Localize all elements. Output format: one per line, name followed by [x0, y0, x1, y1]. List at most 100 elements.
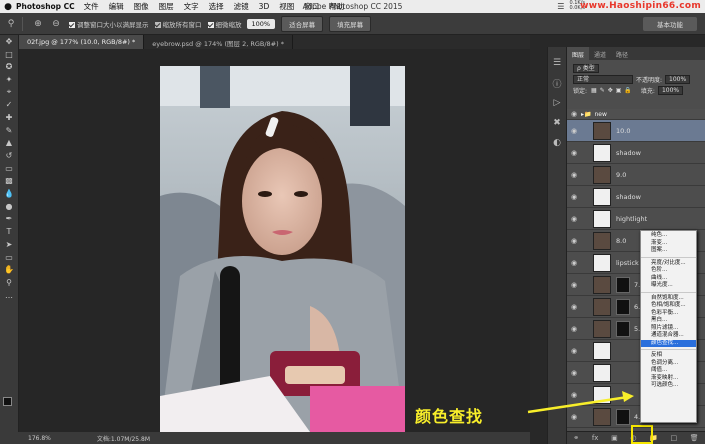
menu-item[interactable]: 纯色... — [641, 232, 696, 240]
menu-3d[interactable]: 3D — [259, 2, 270, 11]
menu-item[interactable]: 通道混合器... — [641, 332, 696, 340]
opacity-field[interactable]: 100% — [665, 75, 691, 84]
type-tool-icon[interactable]: T — [0, 225, 18, 238]
menu-item[interactable]: 色调分离... — [641, 360, 696, 368]
eye-icon[interactable]: ◉ — [567, 127, 581, 135]
menu-item[interactable]: 曲线... — [641, 275, 696, 283]
tab-paths[interactable]: 路径 — [611, 47, 633, 60]
menu-item[interactable]: 色相/饱和度... — [641, 302, 696, 310]
trash-icon[interactable]: 🗑 — [690, 434, 699, 442]
move-tool-icon[interactable]: ✥ — [0, 35, 18, 48]
eye-icon[interactable]: ◉ — [567, 110, 581, 118]
fit-screen-button[interactable]: 适合屏幕 — [281, 15, 324, 32]
brush-tool-icon[interactable]: ✎ — [0, 124, 18, 137]
menu-edit[interactable]: 编辑 — [109, 1, 124, 12]
fill-field[interactable]: 100% — [657, 86, 684, 95]
eye-icon[interactable]: ◉ — [567, 303, 581, 311]
zoom-all-windows-checkbox[interactable]: 缩放所有窗口 — [154, 19, 202, 29]
scrubby-zoom-checkbox[interactable]: 细微缩放 — [207, 19, 242, 29]
zoom-tool-icon[interactable]: ⚲ — [4, 17, 18, 31]
menu-item[interactable]: 色阶... — [641, 267, 696, 275]
menu-layer[interactable]: 图层 — [159, 1, 174, 12]
foreground-color[interactable] — [3, 397, 12, 406]
hand-tool-icon[interactable]: ✋ — [0, 263, 18, 276]
path-select-tool-icon[interactable]: ➤ — [0, 238, 18, 251]
pen-tool-icon[interactable]: ✒ — [0, 213, 18, 226]
menu-item[interactable]: 黑白... — [641, 317, 696, 325]
menu-image[interactable]: 图像 — [134, 1, 149, 12]
menu-view[interactable]: 视图 — [279, 1, 294, 12]
layer-row[interactable]: ◉ 10.0 — [567, 120, 705, 142]
zoom-tool-sidebar-icon[interactable]: ⚲ — [0, 276, 18, 289]
eraser-tool-icon[interactable]: ▭ — [0, 162, 18, 175]
menu-item[interactable]: 自然饱和度... — [641, 295, 696, 303]
tab-02f[interactable]: 02f.jpg @ 177% (10.0, RGB/8#) * — [19, 35, 145, 49]
workspace-select[interactable]: 基本功能 — [643, 17, 697, 31]
layer-row[interactable]: ◉ 9.0 — [567, 164, 705, 186]
eye-icon[interactable]: ◉ — [567, 369, 581, 377]
menu-type[interactable]: 文字 — [184, 1, 199, 12]
layer-mask-thumbnail[interactable] — [616, 276, 630, 293]
document-photo[interactable] — [160, 66, 405, 432]
eye-icon[interactable]: ◉ — [567, 215, 581, 223]
menu-select[interactable]: 选择 — [209, 1, 224, 12]
quick-select-tool-icon[interactable]: ✦ — [0, 73, 18, 86]
tab-channels[interactable]: 通道 — [589, 47, 611, 60]
menu-item[interactable]: 曝光度... — [641, 282, 696, 290]
layer-mask-thumbnail[interactable] — [616, 298, 630, 315]
eye-icon[interactable]: ◉ — [567, 237, 581, 245]
fx-icon[interactable]: fx — [592, 434, 599, 442]
new-layer-icon[interactable]: □ — [670, 434, 677, 442]
zoom-percent-field[interactable]: 100% — [246, 18, 276, 29]
link-icon[interactable]: ⚭ — [573, 434, 579, 442]
eye-icon[interactable]: ◉ — [567, 259, 581, 267]
shape-tool-icon[interactable]: ▭ — [0, 251, 18, 264]
menu-item[interactable]: 色彩平衡... — [641, 310, 696, 318]
menu-item[interactable]: 颜色查找... — [641, 339, 696, 347]
layer-row[interactable]: ◉ shadow — [567, 142, 705, 164]
resize-windows-checkbox[interactable]: 调整窗口大小以满屏显示 — [69, 19, 149, 29]
apple-icon[interactable]: ● — [0, 2, 16, 12]
menu-file[interactable]: 文件 — [84, 1, 99, 12]
menu-item[interactable]: 照片滤镜... — [641, 325, 696, 333]
blur-tool-icon[interactable]: 💧 — [0, 187, 18, 200]
zoom-in-icon[interactable]: ⊕ — [31, 17, 45, 31]
tools-panel-icon[interactable]: ✖ — [548, 113, 566, 133]
layer-mask-thumbnail[interactable] — [616, 320, 630, 337]
layer-row[interactable]: ◉ shadow — [567, 186, 705, 208]
layer-group-new[interactable]: ◉ ▸📁 new — [567, 109, 705, 120]
add-mask-icon[interactable]: ▣ — [611, 434, 618, 442]
eyedropper-tool-icon[interactable]: ✓ — [0, 98, 18, 111]
actions-panel-icon[interactable]: ▷ — [548, 93, 566, 113]
layer-kind-filter[interactable]: ρ 类型 — [573, 64, 599, 73]
more-tools-icon[interactable]: … — [0, 289, 18, 302]
history-brush-icon[interactable]: ↺ — [0, 149, 18, 162]
layer-row[interactable]: ◉ hightlight — [567, 208, 705, 230]
menu-filter[interactable]: 滤镜 — [234, 1, 249, 12]
eye-icon[interactable]: ◉ — [567, 193, 581, 201]
marquee-tool-icon[interactable]: □ — [0, 48, 18, 61]
stamp-tool-icon[interactable]: ▲ — [0, 137, 18, 150]
eye-icon[interactable]: ◉ — [567, 149, 581, 157]
fill-screen-button[interactable]: 填充屏幕 — [329, 15, 372, 32]
zoom-out-icon[interactable]: ⊖ — [49, 17, 63, 31]
gradient-tool-icon[interactable]: ▩ — [0, 175, 18, 188]
eye-icon[interactable]: ◉ — [567, 171, 581, 179]
menu-item[interactable]: 可选颜色... — [641, 382, 696, 390]
menu-window[interactable]: 窗口 — [304, 1, 319, 12]
crop-tool-icon[interactable]: ⌖ — [0, 86, 18, 99]
menu-help[interactable]: 帮助 — [329, 1, 344, 12]
eye-icon[interactable]: ◉ — [567, 281, 581, 289]
history-panel-icon[interactable]: ☰ — [548, 53, 566, 73]
status-zoom[interactable]: 176.8% — [28, 435, 51, 442]
blend-mode-select[interactable]: 正常 — [573, 75, 633, 84]
menu-item[interactable]: 反相 — [641, 352, 696, 360]
adjustments-panel-icon[interactable]: ◐ — [548, 133, 566, 153]
healing-tool-icon[interactable]: ✚ — [0, 111, 18, 124]
menu-item[interactable]: 渐变... — [641, 240, 696, 248]
info-panel-icon[interactable]: ⓘ — [548, 73, 566, 93]
lasso-tool-icon[interactable]: ✪ — [0, 60, 18, 73]
tab-layers[interactable]: 图层 — [567, 47, 590, 60]
lock-icons[interactable]: ▦✎✥▣🔒 — [591, 87, 635, 94]
menu-item[interactable]: 图案... — [641, 247, 696, 255]
